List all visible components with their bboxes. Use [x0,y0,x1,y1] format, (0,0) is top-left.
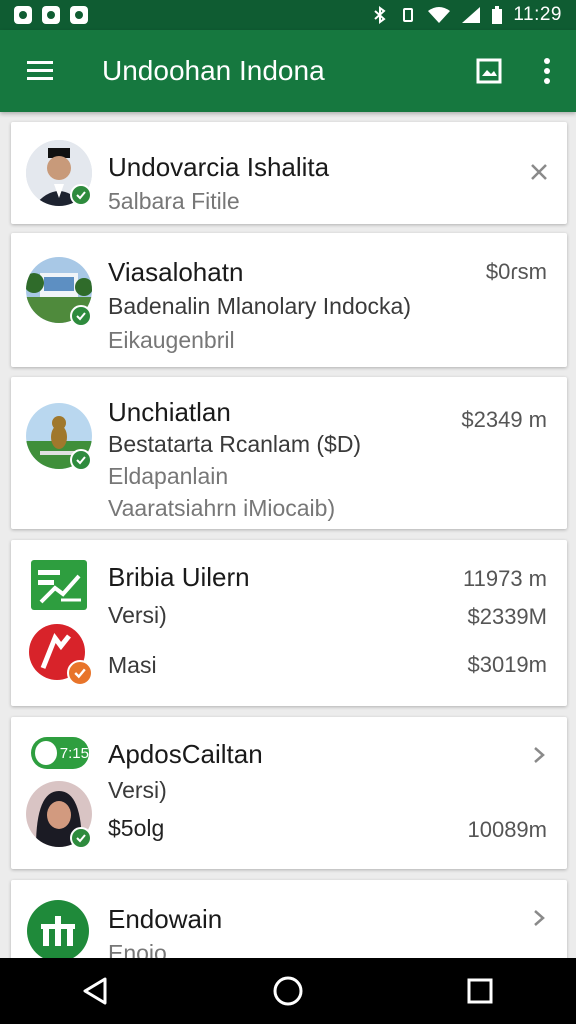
item-line: $5olg [108,815,165,841]
item-amount: $2349 m [461,407,547,432]
verified-badge-icon [70,184,92,206]
wifi-icon [428,7,451,23]
list-item[interactable]: 7:15 ApdosCailtan Versi) $5olg 10089m [11,717,567,869]
status-bar: 11:29 [0,0,576,30]
check-badge-icon [67,660,93,686]
item-line: Masi [108,652,157,678]
time-badge: 7:15 [31,737,89,769]
verified-badge-icon [70,827,92,849]
back-icon [83,977,107,1005]
chevron-right-icon[interactable] [529,745,549,765]
more-options-button[interactable] [518,30,576,112]
home-icon [273,976,303,1006]
item-amount: $0ɾsm [485,259,547,284]
list-item[interactable]: Unchiatlan Bestatarta Rcanlam ($D) Eldap… [11,377,567,529]
navigation-bar [0,958,576,1024]
recents-icon [467,978,493,1004]
gallery-icon [476,58,502,84]
back-button[interactable] [61,961,131,1021]
time-badge-label: 7:15 [59,744,89,762]
item-line: Vaaratsiahrn iMiocaib) [108,495,336,521]
verified-badge-icon [70,449,92,471]
item-line: Versi) [108,602,167,628]
item-line: Eldapanlain [108,463,229,489]
app-logo-icon [27,900,89,962]
signal-icon [462,7,481,23]
home-button[interactable] [253,961,323,1021]
list-item[interactable]: Undovarcia Ishalita 5albara Fitile [11,122,567,224]
item-amount: $2339M [467,604,547,629]
close-icon[interactable] [529,162,549,182]
item-line: Versi) [108,777,167,803]
notification-icon [70,6,88,24]
notification-icon [42,6,60,24]
item-title: Viasalohatn [108,257,244,287]
item-title: Unchiatlan [108,397,231,427]
item-title: Bribia Uilern [108,562,250,592]
item-line: Bestatarta Rcanlam ($D) [108,431,362,457]
status-system: 11:29 [371,4,562,26]
item-title: Undovarcia Ishalita [108,152,330,182]
item-amount: 10089m [467,817,547,842]
item-line: Badenalin Mlanolary Indocka) [108,293,412,319]
item-line: Eikaugenbril [108,327,235,353]
notification-icon [14,6,32,24]
gallery-button[interactable] [460,30,518,112]
item-amount: $3019m [467,652,547,677]
item-title: ApdosCailtan [108,739,263,769]
recents-button[interactable] [445,961,515,1021]
status-time: 11:29 [513,4,562,25]
status-notifications [14,6,88,24]
menu-button[interactable] [0,30,80,112]
menu-icon [27,61,53,80]
app-title: Undoohan Indona [102,55,325,86]
toggle-knob-icon [35,741,57,765]
bluetooth-icon [374,6,386,24]
app-bar: Undoohan Indona [0,30,576,112]
more-vert-icon [544,58,550,84]
battery-icon [492,6,503,24]
item-amount: 11973 m [463,566,547,591]
vibrate-icon [403,8,414,22]
list-item[interactable]: Bribia Uilern Versi) Masi 11973 m $2339M… [11,540,567,706]
verified-badge-icon [70,305,92,327]
item-title: Endowain [108,904,223,934]
chart-app-icon [31,560,87,610]
chevron-right-icon[interactable] [529,908,549,928]
item-subtitle: 5albara Fitile [108,188,240,214]
list-item[interactable]: Viasalohatn Badenalin Mlanolary Indocka)… [11,233,567,367]
